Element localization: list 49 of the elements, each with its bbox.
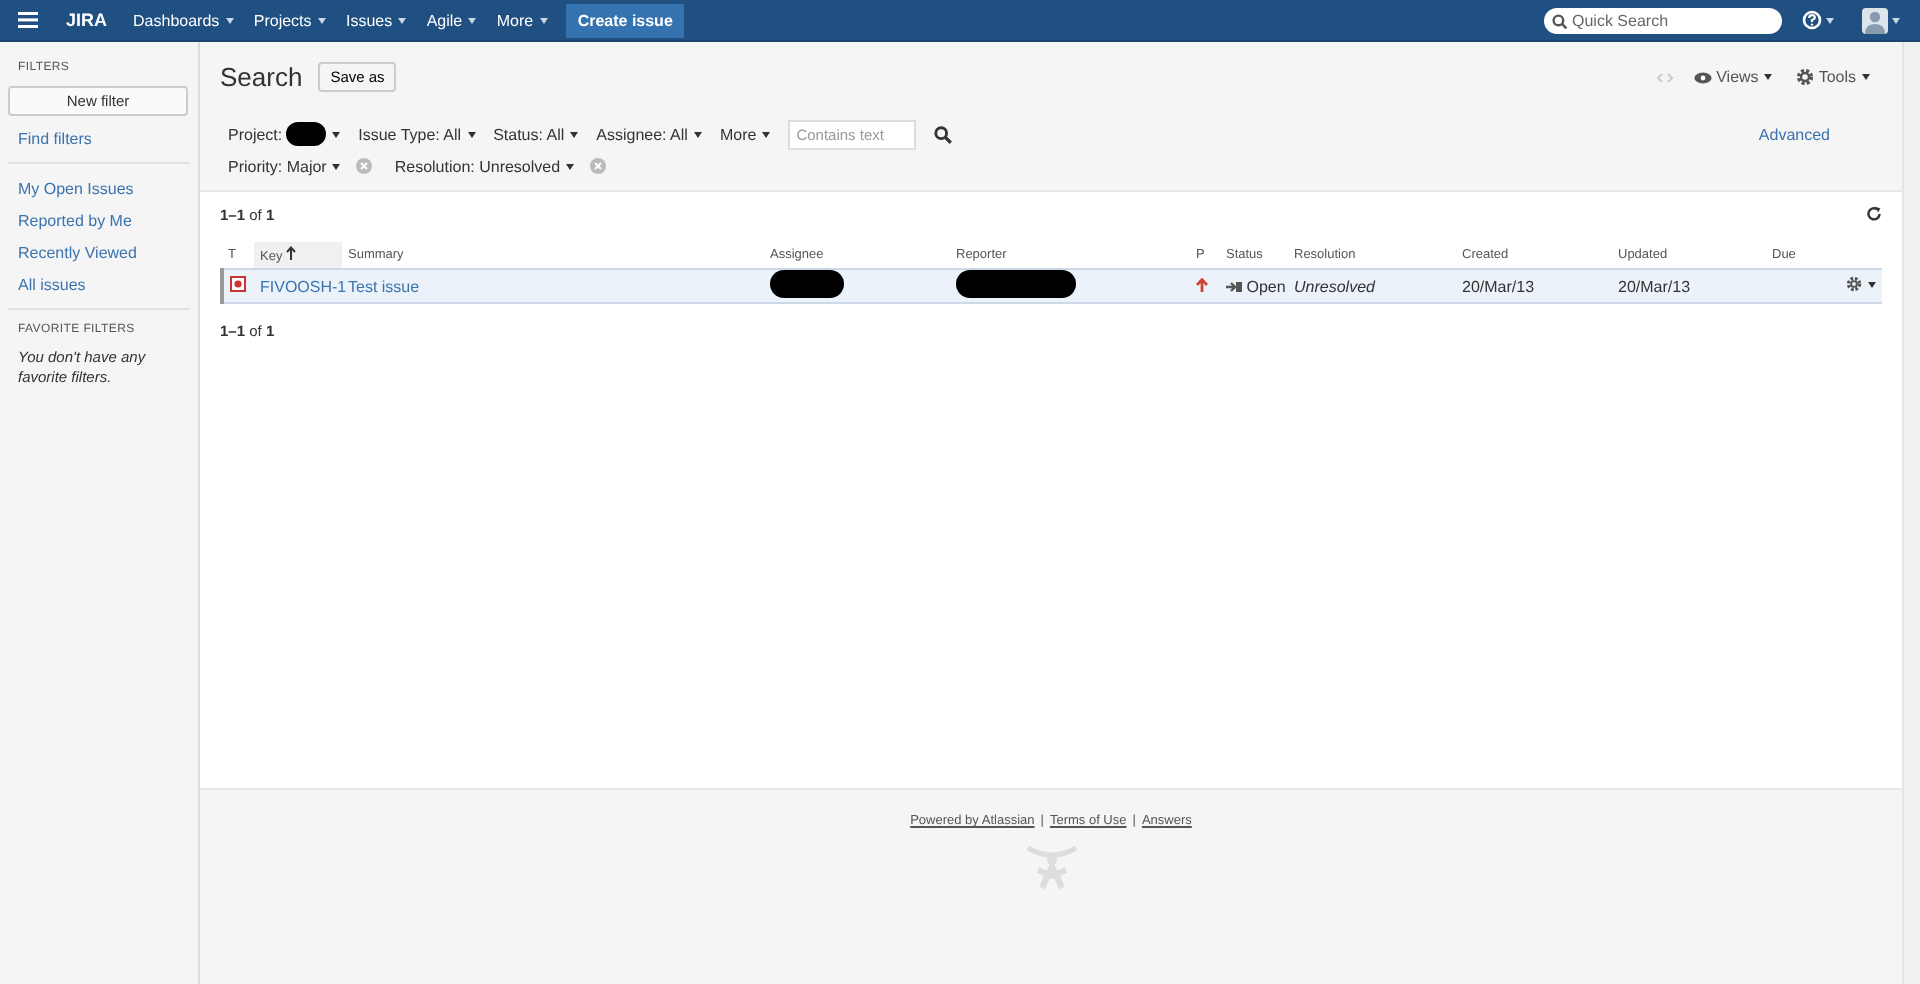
menu-icon[interactable]: [18, 12, 38, 28]
criteria-button[interactable]: Priority: Major: [220, 157, 349, 175]
resolution-text: Unresolved: [1294, 277, 1375, 295]
redaction-mark: [956, 270, 1076, 298]
gear-icon: [1796, 68, 1815, 86]
issue-row[interactable]: FIVOOSH-1Test issue Open Unresolved 20/Mar/13 20/Mar/13: [222, 269, 1882, 303]
nav-menu[interactable]: More: [486, 0, 558, 40]
created-date: 20/Mar/13: [1462, 277, 1535, 295]
criteria-button[interactable]: Resolution: Unresolved: [386, 157, 583, 175]
bug-type-icon: [230, 276, 246, 292]
priority-arrow-icon: [1196, 277, 1208, 291]
scrollbar[interactable]: [1902, 42, 1920, 984]
find-filters-link[interactable]: Find filters: [0, 122, 198, 154]
criteria-button[interactable]: Issue Type: All: [350, 125, 484, 143]
status-text: Open: [1220, 269, 1288, 303]
nav-menu[interactable]: Projects: [243, 0, 336, 40]
filter-link[interactable]: Reported by Me: [0, 204, 198, 236]
atlassian-logo-icon: [1025, 842, 1077, 890]
quick-search-field[interactable]: Quick Search: [1544, 7, 1782, 33]
sort-arrow-icon: [286, 246, 297, 260]
filter-link[interactable]: All issues: [0, 268, 198, 300]
page-title: Search: [220, 62, 303, 92]
issue-key-link[interactable]: FIVOOSH-1: [260, 277, 347, 295]
tools-button[interactable]: Tools: [1792, 68, 1874, 86]
criteria-button[interactable]: Status: All: [485, 125, 587, 143]
eye-icon: [1694, 71, 1713, 83]
nav-menu[interactable]: Agile: [416, 0, 487, 40]
refresh-icon[interactable]: [1866, 206, 1882, 222]
nav-menu[interactable]: Issues: [336, 0, 417, 40]
user-avatar-icon[interactable]: [1862, 7, 1888, 33]
advanced-link[interactable]: Advanced: [1758, 125, 1830, 143]
redaction-mark: [770, 270, 844, 298]
issue-summary-link[interactable]: Test issue: [348, 277, 420, 295]
redaction-mark: [286, 122, 327, 146]
logo[interactable]: JIRA: [54, 10, 108, 30]
filter-link[interactable]: Recently Viewed: [0, 236, 198, 268]
updated-date: 20/Mar/13: [1618, 277, 1691, 295]
views-button[interactable]: Views: [1690, 68, 1777, 86]
criteria-button[interactable]: Assignee: All: [588, 125, 710, 143]
search-icon[interactable]: [934, 125, 953, 143]
actions-button[interactable]: [1846, 276, 1876, 292]
more-criteria-button[interactable]: More: [711, 125, 779, 143]
help-icon[interactable]: [1802, 10, 1822, 30]
filter-link[interactable]: My Open Issues: [0, 172, 198, 204]
nav-menu[interactable]: Dashboards: [123, 0, 244, 40]
gear-icon: [1846, 276, 1862, 292]
status-icon: [1226, 279, 1242, 294]
project-criteria-button[interactable]: Project:: [220, 122, 349, 146]
create-issue-button[interactable]: Create issue: [565, 3, 685, 37]
